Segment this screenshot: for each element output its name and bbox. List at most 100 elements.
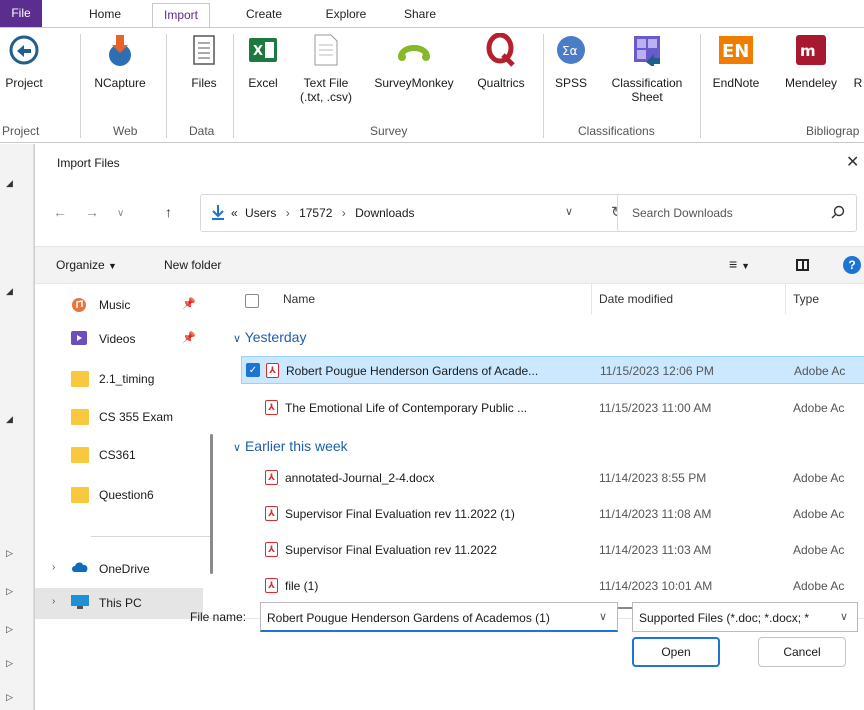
column-header-date[interactable]: Date modified	[599, 292, 673, 306]
search-placeholder: Search Downloads	[632, 206, 733, 220]
spss-button[interactable]: Σα SPSS	[552, 32, 590, 90]
more-bibliography-button[interactable]: R	[852, 32, 864, 90]
file-type-select[interactable]: Supported Files (*.doc; *.docx; * ∨	[632, 602, 858, 632]
select-all-checkbox[interactable]	[245, 294, 259, 308]
up-arrow-icon[interactable]: ↑	[165, 204, 172, 220]
tab-explore[interactable]: Explore	[315, 3, 377, 28]
expand-arrow-icon[interactable]: ▷	[6, 586, 13, 597]
excel-button[interactable]: X Excel	[244, 32, 282, 90]
nav-item-music[interactable]: Music 📌	[35, 290, 203, 320]
tab-home[interactable]: Home	[80, 3, 130, 28]
pin-icon[interactable]: 📌	[182, 297, 196, 310]
back-arrow-icon[interactable]: ←	[53, 204, 67, 220]
surveymonkey-icon	[397, 32, 431, 68]
new-folder-button[interactable]: New folder	[164, 258, 221, 272]
file-row[interactable]: ✓ ⅄ Robert Pougue Henderson Gardens of A…	[241, 356, 864, 384]
cancel-button[interactable]: Cancel	[758, 637, 846, 667]
nav-item-this-pc[interactable]: › This PC	[35, 588, 203, 618]
text-file-label: Text File	[303, 76, 349, 90]
tab-file[interactable]: File	[0, 0, 42, 27]
expand-arrow-icon[interactable]: ▷	[6, 692, 13, 703]
breadcrumb-users[interactable]: Users	[245, 206, 276, 220]
pdf-icon: ⅄	[265, 506, 278, 521]
organize-button[interactable]: Organize ▼	[56, 258, 117, 272]
file-type: Adobe Ac	[793, 543, 845, 557]
file-name: file (1)	[285, 579, 319, 593]
row-checkbox[interactable]: ✓	[246, 363, 260, 377]
breadcrumb-17572[interactable]: 17572	[299, 206, 332, 220]
mendeley-button[interactable]: m Mendeley	[778, 32, 844, 90]
ncapture-button[interactable]: NCapture	[88, 32, 152, 90]
file-row[interactable]: ⅄ The Emotional Life of Contemporary Pub…	[241, 394, 864, 422]
text-file-button[interactable]: Text File (.txt, .csv)	[292, 32, 360, 104]
collapse-arrow-icon[interactable]: ◢	[6, 286, 13, 297]
expand-arrow-icon[interactable]: ▷	[6, 624, 13, 635]
chevron-down-icon: ▼	[741, 261, 750, 271]
address-dropdown-icon[interactable]: ∨	[565, 205, 573, 218]
classification-sheet-button[interactable]: Classification Sheet	[598, 32, 696, 104]
column-separator[interactable]	[591, 284, 592, 314]
collapse-arrow-icon[interactable]: ◢	[6, 414, 13, 425]
import-files-button[interactable]: Files	[184, 32, 224, 90]
breadcrumb-chevron-icon: ›	[341, 206, 346, 220]
nav-item-videos[interactable]: Videos 📌	[35, 324, 203, 354]
column-header-type[interactable]: Type	[793, 292, 819, 306]
breadcrumb-overflow[interactable]: «	[231, 206, 238, 220]
preview-pane-icon[interactable]	[796, 259, 809, 271]
chevron-down-icon[interactable]: ∨	[599, 610, 607, 623]
group-label-bibliography: Bibliograp	[806, 124, 860, 138]
chevron-down-icon[interactable]: ∨	[840, 610, 848, 623]
file-row[interactable]: ⅄ file (1) 11/14/2023 10:01 AM Adobe Ac	[241, 572, 864, 600]
nav-item-2-1-timing[interactable]: 2.1_timing	[35, 364, 203, 394]
breadcrumb-downloads[interactable]: Downloads	[355, 206, 414, 220]
collapse-arrow-icon[interactable]: ◢	[6, 178, 13, 189]
endnote-button[interactable]: EN EndNote	[706, 32, 766, 90]
file-date: 11/14/2023 8:55 PM	[599, 471, 707, 485]
pin-icon[interactable]: 📌	[182, 331, 196, 344]
expand-chevron-icon[interactable]: ›	[52, 596, 55, 607]
group-header-earlier-this-week[interactable]: ∨ Earlier this week	[233, 438, 348, 454]
nav-item-question6[interactable]: Question6	[35, 480, 203, 510]
nav-item-cs361[interactable]: CS361	[35, 440, 203, 470]
view-menu-button[interactable]: ≡ ▼	[729, 256, 750, 272]
open-button[interactable]: Open	[632, 637, 720, 667]
forward-arrow-icon[interactable]: →	[85, 204, 99, 220]
file-row[interactable]: ⅄ Supervisor Final Evaluation rev 11.202…	[241, 500, 864, 528]
nav-label: Music	[99, 298, 131, 312]
folder-icon	[71, 487, 89, 503]
group-label-data: Data	[189, 124, 215, 138]
nav-scrollbar[interactable]	[210, 434, 213, 574]
search-icon	[831, 205, 845, 222]
tab-import[interactable]: Import	[152, 3, 210, 28]
tab-create[interactable]: Create	[236, 3, 292, 28]
help-icon[interactable]: ?	[843, 256, 861, 274]
column-separator[interactable]	[785, 284, 786, 314]
classification-sublabel: Sheet	[631, 90, 663, 104]
expand-arrow-icon[interactable]: ▷	[6, 548, 13, 559]
qualtrics-button[interactable]: Qualtrics	[467, 32, 535, 90]
close-icon[interactable]: ✕	[846, 152, 859, 172]
nav-item-cs-355-exam[interactable]: CS 355 Exam	[35, 402, 203, 432]
nav-label: This PC	[99, 596, 142, 610]
address-bar[interactable]: « Users › 17572 › Downloads ∨ ↻	[200, 194, 642, 232]
file-row[interactable]: ⅄ annotated-Journal_2-4.docx 11/14/2023 …	[241, 464, 864, 492]
nav-item-onedrive[interactable]: › OneDrive	[35, 554, 203, 584]
import-project-button[interactable]: Project	[4, 32, 44, 90]
ribbon-separator	[700, 34, 701, 138]
svg-text:EN: EN	[722, 41, 749, 62]
svg-text:X: X	[253, 44, 263, 59]
tab-share[interactable]: Share	[396, 3, 444, 28]
download-icon	[211, 204, 225, 223]
expand-chevron-icon[interactable]: ›	[52, 562, 55, 573]
file-name-input[interactable]: Robert Pougue Henderson Gardens of Acade…	[260, 602, 618, 632]
recent-dropdown-icon[interactable]: ∨	[117, 208, 124, 219]
expand-arrow-icon[interactable]: ▷	[6, 658, 13, 669]
navigation-pane: Music 📌 Videos 📌 2.1_timing CS 355 Exam …	[35, 284, 207, 618]
file-row[interactable]: ⅄ Supervisor Final Evaluation rev 11.202…	[241, 536, 864, 564]
column-header-name[interactable]: Name	[283, 292, 315, 306]
ribbon-separator	[233, 34, 234, 138]
group-header-yesterday[interactable]: ∨ Yesterday	[233, 329, 306, 345]
surveymonkey-button[interactable]: SurveyMonkey	[366, 32, 462, 90]
search-input[interactable]: Search Downloads	[617, 194, 857, 232]
file-name: Supervisor Final Evaluation rev 11.2022 …	[285, 507, 515, 521]
